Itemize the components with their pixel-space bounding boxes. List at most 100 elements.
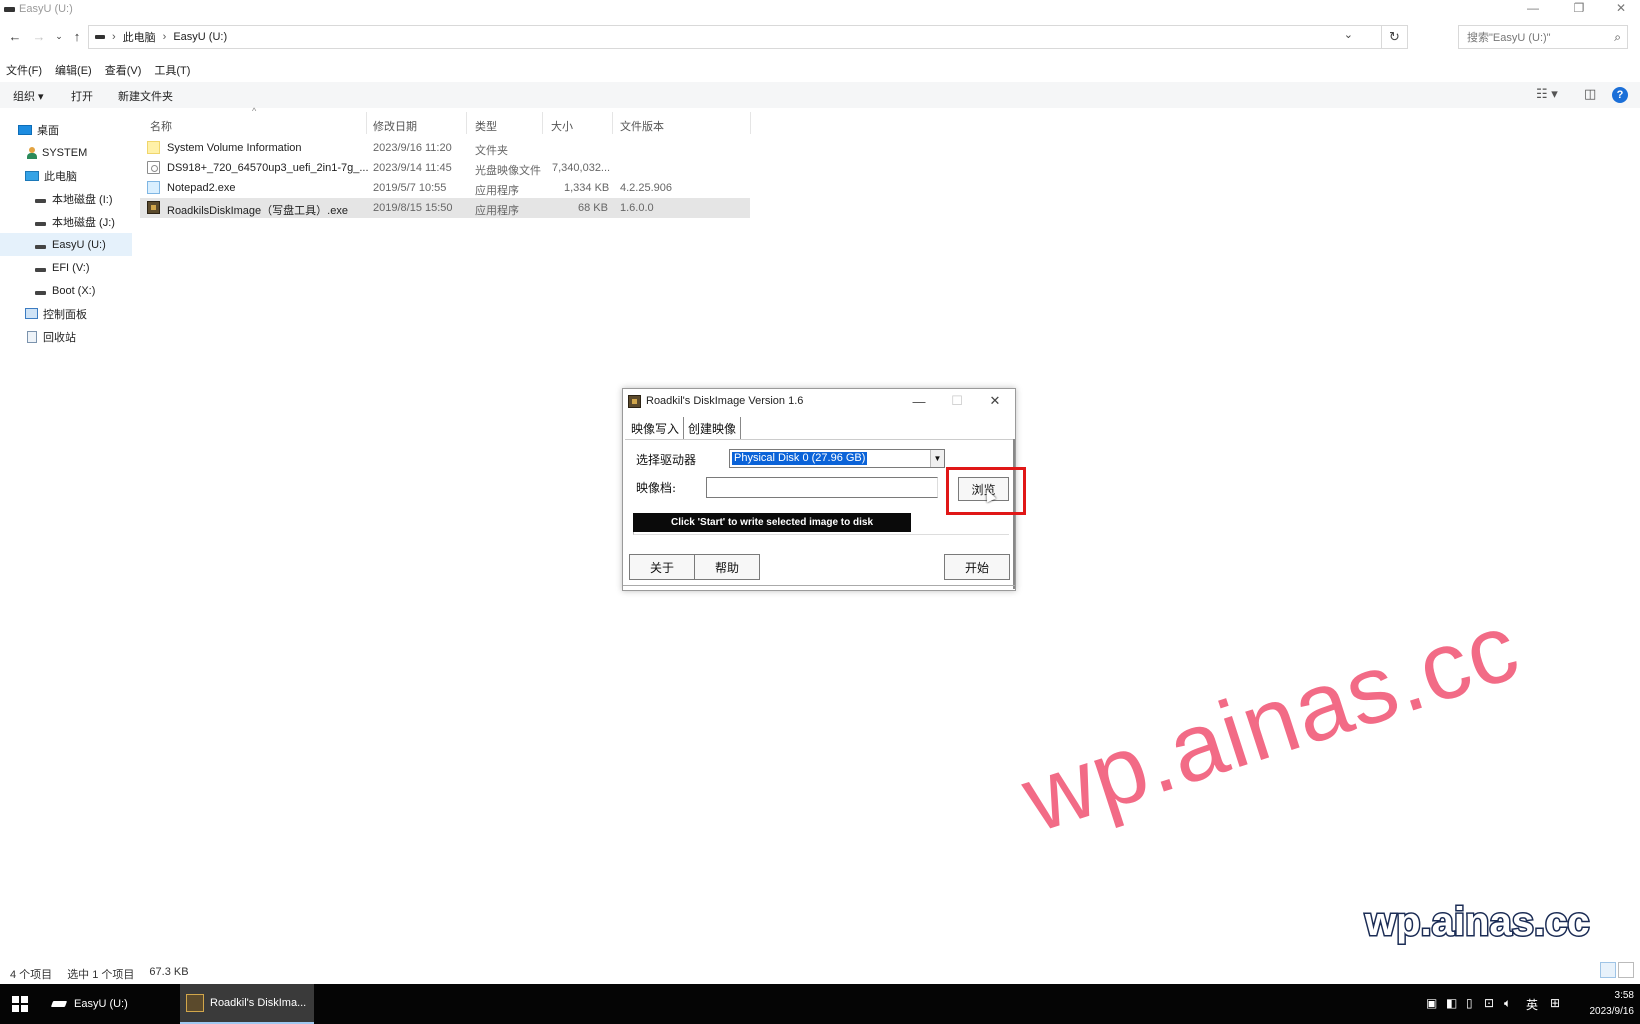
up-arrow-icon[interactable]: ↑: [68, 27, 86, 45]
column-header-type[interactable]: 类型: [475, 118, 497, 134]
address-bar[interactable]: › 此电脑 › EasyU (U:) ⌄ ↻: [88, 25, 1408, 49]
file-date: 2023/9/16 11:20: [373, 142, 452, 154]
progress-bar: Click 'Start' to write selected image to…: [633, 513, 911, 532]
start-button[interactable]: [0, 984, 40, 1024]
file-date: 2023/9/14 11:45: [373, 162, 452, 174]
menu-file[interactable]: 文件(F): [6, 62, 42, 78]
table-row[interactable]: System Volume Information 2023/9/16 11:2…: [140, 138, 750, 158]
search-icon[interactable]: ⌕: [1614, 30, 1621, 45]
table-row[interactable]: DS918+_720_64570up3_uefi_2in1-7g_... 202…: [140, 158, 750, 178]
file-size: 68 KB: [578, 202, 608, 214]
sidebar-item-boot[interactable]: Boot (X:): [0, 279, 132, 302]
drive-icon: [35, 198, 46, 203]
sidebar-item-efi[interactable]: EFI (V:): [0, 256, 132, 279]
back-arrow-icon[interactable]: ←: [6, 27, 24, 45]
diskimage-app-icon: [147, 201, 160, 214]
column-header-version[interactable]: 文件版本: [620, 118, 664, 134]
user-icon: [27, 146, 37, 159]
table-row[interactable]: Notepad2.exe 2019/5/7 10:55 应用程序 1,334 K…: [140, 178, 750, 198]
menu-tools[interactable]: 工具(T): [154, 62, 190, 78]
sidebar-item-label: 控制面板: [43, 308, 87, 321]
clock[interactable]: 3:58 2023/9/16: [1578, 988, 1635, 1020]
image-file-label: 映像档:: [636, 481, 677, 495]
column-header-date[interactable]: 修改日期: [373, 118, 417, 134]
sidebar-item-drive-i[interactable]: 本地磁盘 (I:): [0, 187, 132, 210]
sidebar-item-recycle-bin[interactable]: 回收站: [0, 325, 132, 348]
open-button[interactable]: 打开: [71, 88, 93, 104]
sidebar-item-label: Boot (X:): [52, 284, 96, 297]
help-icon[interactable]: ?: [1612, 87, 1628, 103]
dialog-close-button[interactable]: ✕: [985, 392, 1005, 410]
preview-pane-icon[interactable]: ◫: [1584, 86, 1596, 102]
network-icon[interactable]: ⊡: [1484, 996, 1494, 1010]
drive-select-label: 选择驱动器: [636, 453, 697, 467]
file-version: 1.6.0.0: [620, 202, 654, 214]
new-folder-button[interactable]: 新建文件夹: [118, 88, 173, 104]
sidebar-item-desktop[interactable]: 桌面: [0, 118, 132, 141]
file-size: 7,340,032...: [552, 162, 611, 174]
application-icon: [147, 181, 160, 194]
help-button[interactable]: 帮助: [694, 554, 760, 580]
drive-select[interactable]: Physical Disk 0 (27.96 GB) ▼: [729, 449, 945, 468]
column-divider[interactable]: [466, 112, 467, 134]
keyboard-icon[interactable]: ⊞: [1550, 996, 1560, 1010]
taskbar-item-explorer[interactable]: EasyU (U:): [40, 984, 176, 1024]
column-divider[interactable]: [750, 112, 751, 134]
recent-locations-chevron-icon[interactable]: ⌄: [50, 27, 68, 45]
sidebar-item-system[interactable]: SYSTEM: [0, 141, 132, 164]
dialog-minimize-button[interactable]: —: [909, 392, 929, 410]
large-icons-view-icon[interactable]: [1618, 962, 1634, 978]
ime-indicator[interactable]: 英: [1526, 996, 1538, 1013]
close-button[interactable]: ✕: [1606, 0, 1636, 16]
sidebar-item-easyu[interactable]: EasyU (U:): [0, 233, 132, 256]
taskbar-item-label: Roadkil's DiskIma...: [210, 997, 307, 1009]
file-name: Notepad2.exe: [167, 182, 236, 194]
column-header-name[interactable]: 名称: [150, 118, 172, 134]
file-name: DS918+_720_64570up3_uefi_2in1-7g_...: [167, 162, 369, 174]
folder-icon: [147, 141, 160, 154]
dialog-bottom-divider: [623, 585, 1015, 586]
refresh-icon[interactable]: ↻: [1381, 26, 1407, 48]
address-dropdown-chevron-icon[interactable]: ⌄: [1344, 28, 1353, 41]
drive-icon: [35, 244, 46, 249]
organize-button[interactable]: 组织 ▾: [13, 88, 44, 104]
change-view-icon[interactable]: ☷ ▾: [1536, 86, 1558, 102]
tab-write-image[interactable]: 映像写入: [627, 417, 685, 439]
restore-button[interactable]: ❐: [1564, 0, 1594, 16]
sidebar-item-drive-j[interactable]: 本地磁盘 (J:): [0, 210, 132, 233]
file-list: ^ 名称 修改日期 类型 大小 文件版本 System Volume Infor…: [140, 106, 751, 218]
details-view-icon[interactable]: [1600, 962, 1616, 978]
diskimage-dialog: Roadkil's DiskImage Version 1.6 — ☐ ✕ 映像…: [622, 388, 1026, 591]
about-button[interactable]: 关于: [629, 554, 695, 580]
menu-edit[interactable]: 编辑(E): [55, 62, 92, 78]
column-divider[interactable]: [612, 112, 613, 134]
column-divider[interactable]: [366, 112, 367, 134]
breadcrumb-easyu[interactable]: EasyU (U:): [173, 31, 227, 43]
dropdown-arrow-icon[interactable]: ▼: [930, 450, 944, 467]
clock-date: 2023/9/16: [1589, 1006, 1635, 1017]
usb-drive-icon[interactable]: ▯: [1466, 996, 1473, 1010]
control-panel-icon: [25, 308, 38, 319]
tab-create-image[interactable]: 创建映像: [684, 417, 742, 439]
column-divider[interactable]: [542, 112, 543, 134]
tray-app-icon[interactable]: ▣: [1426, 996, 1437, 1010]
drive-select-value: Physical Disk 0 (27.96 GB): [732, 452, 868, 465]
file-size: 1,334 KB: [564, 182, 610, 194]
forward-arrow-icon[interactable]: →: [30, 27, 48, 45]
breadcrumb-this-pc[interactable]: 此电脑: [123, 29, 156, 45]
taskbar-item-diskimage[interactable]: Roadkil's DiskIma...: [180, 984, 314, 1024]
sidebar-item-this-pc[interactable]: 此电脑: [0, 164, 132, 187]
column-header-size[interactable]: 大小: [551, 118, 573, 134]
volume-icon[interactable]: 🔈︎: [1504, 996, 1511, 1011]
pc-icon: [25, 170, 39, 181]
sidebar-item-label: 本地磁盘 (I:): [52, 193, 113, 206]
table-row[interactable]: RoadkilsDiskImage（写盘工具）.exe 2019/8/15 15…: [140, 198, 750, 218]
minimize-button[interactable]: —: [1518, 0, 1548, 16]
image-file-input[interactable]: [706, 477, 938, 498]
tray-color-icon[interactable]: ◧: [1446, 996, 1457, 1010]
start-button[interactable]: 开始: [944, 554, 1010, 580]
search-input[interactable]: 搜索"EasyU (U:)" ⌕: [1458, 25, 1628, 49]
sidebar-item-label: EasyU (U:): [52, 238, 106, 251]
menu-view[interactable]: 查看(V): [105, 62, 142, 78]
sidebar-item-control-panel[interactable]: 控制面板: [0, 302, 132, 325]
